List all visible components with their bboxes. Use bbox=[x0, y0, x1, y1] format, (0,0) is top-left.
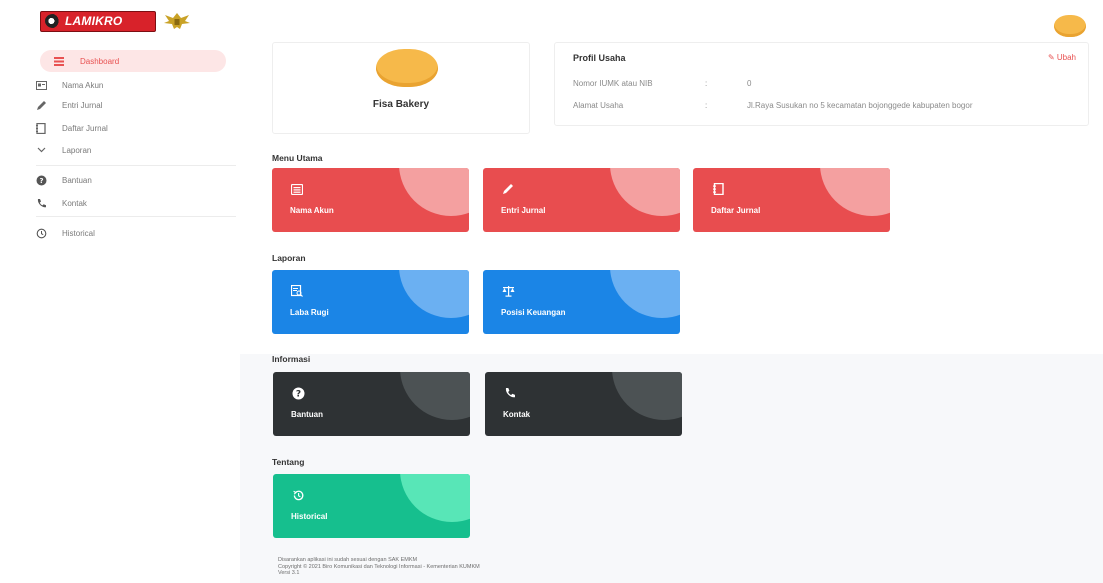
sidebar-item-dashboard[interactable]: Dashboard bbox=[40, 50, 226, 72]
tile-kontak[interactable]: Kontak bbox=[485, 372, 682, 436]
garuda-emblem-icon bbox=[164, 13, 190, 29]
main-content: Fisa Bakery Profil Usaha ✎ Ubah Nomor IU… bbox=[240, 40, 1103, 583]
help-circle-icon: ? bbox=[291, 386, 305, 400]
sidebar-item-kontak[interactable]: Kontak bbox=[34, 192, 87, 214]
help-circle-icon: ? bbox=[34, 173, 48, 187]
edit-label: Ubah bbox=[1056, 53, 1076, 62]
section-title-informasi: Informasi bbox=[272, 354, 311, 364]
section-title-tentang: Tentang bbox=[272, 457, 305, 467]
footer: Disarankan aplikasi ini sudah sesuai den… bbox=[278, 557, 480, 577]
tile-label: Entri Jurnal bbox=[501, 206, 546, 215]
sidebar-item-entri-jurnal[interactable]: Entri Jurnal bbox=[34, 94, 102, 116]
user-avatar[interactable] bbox=[1054, 15, 1086, 37]
tile-label: Daftar Jurnal bbox=[711, 206, 761, 215]
tile-decoration bbox=[610, 168, 680, 216]
tile-decoration bbox=[399, 168, 469, 216]
sidebar-item-historical[interactable]: Historical bbox=[34, 222, 95, 244]
pencil-icon bbox=[501, 182, 515, 196]
history-icon bbox=[34, 226, 48, 240]
svg-text:?: ? bbox=[39, 177, 43, 185]
sidebar-item-label: Kontak bbox=[62, 198, 87, 208]
tile-label: Historical bbox=[291, 512, 328, 521]
tile-decoration bbox=[400, 474, 470, 522]
top-bar: LAMIKRO bbox=[0, 0, 1103, 40]
tile-label: Laba Rugi bbox=[290, 308, 329, 317]
pencil-icon bbox=[34, 98, 48, 112]
tile-label: Bantuan bbox=[291, 410, 323, 419]
profil-usaha-title: Profil Usaha bbox=[573, 53, 626, 63]
sidebar-item-label: Entri Jurnal bbox=[62, 100, 103, 110]
report-search-icon bbox=[290, 284, 304, 298]
sidebar-item-laporan[interactable]: Laporan bbox=[34, 139, 91, 161]
tile-decoration bbox=[610, 270, 680, 318]
lamikro-logo: LAMIKRO bbox=[40, 10, 156, 32]
logo-text: LAMIKRO bbox=[65, 14, 123, 28]
phone-icon bbox=[34, 196, 48, 210]
tile-bantuan[interactable]: ? Bantuan bbox=[273, 372, 470, 436]
info-value: Jl.Raya Susukan no 5 kecamatan bojongged… bbox=[747, 101, 973, 110]
phone-icon bbox=[503, 386, 517, 400]
sidebar-item-label: Historical bbox=[62, 228, 95, 238]
tile-decoration bbox=[400, 372, 470, 420]
sidebar-item-daftar-jurnal[interactable]: Daftar Jurnal bbox=[34, 117, 108, 139]
sidebar-item-bantuan[interactable]: ? Bantuan bbox=[34, 169, 92, 191]
section-title-laporan: Laporan bbox=[272, 253, 306, 263]
info-value: 0 bbox=[747, 79, 752, 88]
pencil-icon: ✎ bbox=[1047, 53, 1055, 62]
sidebar-item-label: Dashboard bbox=[80, 56, 120, 66]
footer-version: Versi 3.1 bbox=[278, 570, 300, 576]
business-avatar bbox=[376, 49, 438, 87]
id-card-icon bbox=[34, 78, 48, 92]
sidebar-item-nama-akun[interactable]: Nama Akun bbox=[34, 74, 103, 96]
tile-label: Nama Akun bbox=[290, 206, 334, 215]
info-label: Alamat Usaha bbox=[573, 101, 624, 110]
sidebar-item-label: Nama Akun bbox=[62, 80, 104, 90]
tile-decoration bbox=[820, 168, 890, 216]
tile-nama-akun[interactable]: Nama Akun bbox=[272, 168, 469, 232]
tile-decoration bbox=[399, 270, 469, 318]
id-card-icon bbox=[290, 182, 304, 196]
sidebar-item-label: Bantuan bbox=[62, 175, 92, 185]
tile-label: Kontak bbox=[503, 410, 531, 419]
chevron-down-icon bbox=[34, 143, 48, 157]
footer-copyright: Copyright © 2021 Biro Komunikasi dan Tek… bbox=[278, 563, 480, 570]
sidebar-item-label: Laporan bbox=[62, 145, 92, 155]
sidebar-divider bbox=[36, 216, 236, 217]
tile-laba-rugi[interactable]: Laba Rugi bbox=[272, 270, 469, 334]
info-separator: : bbox=[705, 79, 708, 88]
tile-posisi-keuangan[interactable]: Posisi Keuangan bbox=[483, 270, 680, 334]
section-title-menu-utama: Menu Utama bbox=[272, 153, 323, 163]
book-icon bbox=[34, 121, 48, 135]
tile-historical[interactable]: Historical bbox=[273, 474, 470, 538]
sidebar-item-label: Daftar Jurnal bbox=[62, 123, 108, 133]
book-icon bbox=[711, 182, 725, 196]
info-label: Nomor IUMK atau NIB bbox=[573, 79, 653, 88]
business-name: Fisa Bakery bbox=[372, 99, 430, 110]
tile-decoration bbox=[612, 372, 682, 420]
logo-swirl-icon bbox=[45, 14, 61, 28]
profil-usaha-card: Profil Usaha ✎ Ubah Nomor IUMK atau NIB … bbox=[554, 42, 1089, 126]
history-icon bbox=[291, 488, 305, 502]
grid-list-icon bbox=[52, 54, 66, 68]
sidebar-divider bbox=[36, 165, 236, 166]
business-profile-card: Fisa Bakery bbox=[272, 42, 530, 134]
tile-entri-jurnal[interactable]: Entri Jurnal bbox=[483, 168, 680, 232]
info-separator: : bbox=[705, 101, 708, 110]
balance-scale-icon bbox=[501, 284, 515, 298]
edit-profile-link[interactable]: ✎ Ubah bbox=[1048, 53, 1076, 62]
tile-daftar-jurnal[interactable]: Daftar Jurnal bbox=[693, 168, 890, 232]
app-logo[interactable]: LAMIKRO bbox=[40, 10, 192, 32]
sidebar: Dashboard Nama Akun Entri Jurnal Daftar … bbox=[0, 40, 240, 583]
svg-text:?: ? bbox=[295, 389, 300, 399]
tile-label: Posisi Keuangan bbox=[501, 308, 566, 317]
